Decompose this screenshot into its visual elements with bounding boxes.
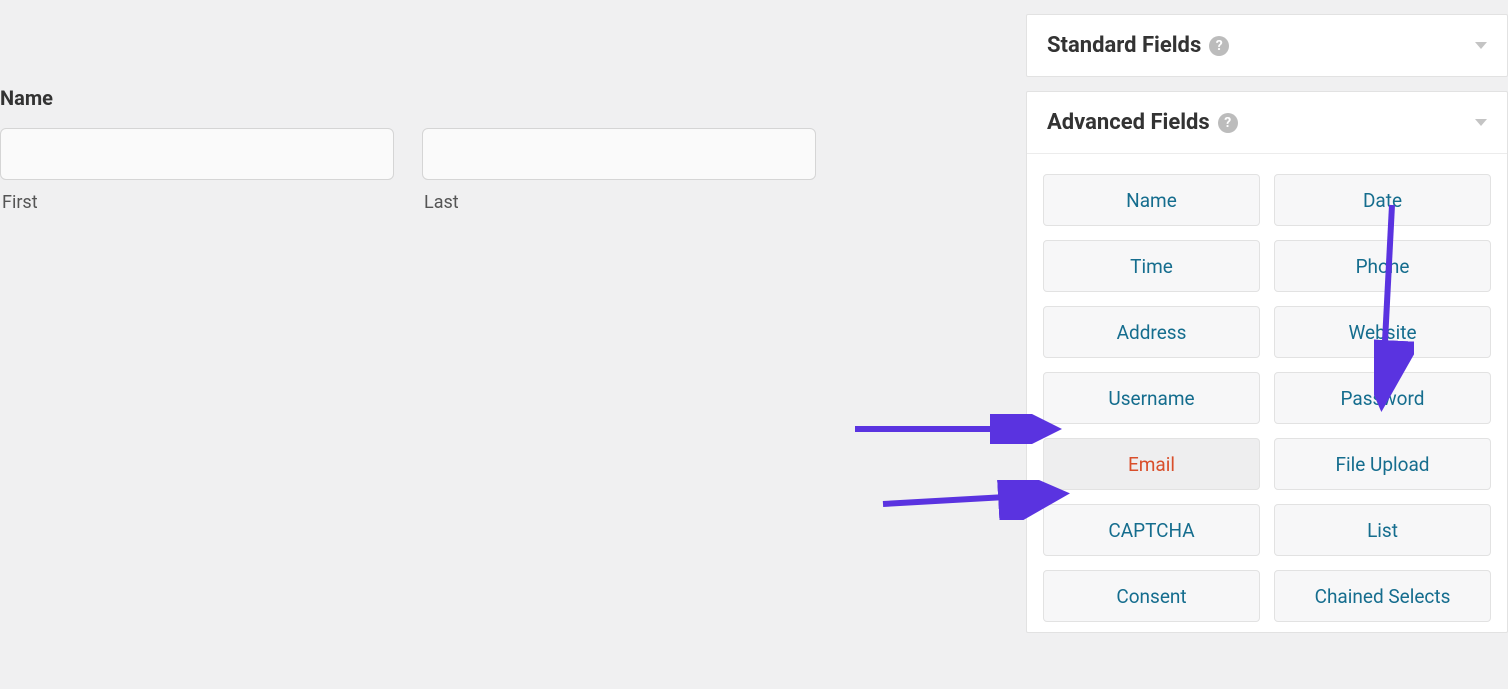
field-btn-email[interactable]: Email (1043, 438, 1260, 490)
field-btn-website[interactable]: Website (1274, 306, 1491, 358)
name-field-label: Name (0, 86, 1026, 128)
advanced-fields-title: Advanced Fields (1047, 110, 1210, 135)
field-btn-captcha[interactable]: CAPTCHA (1043, 504, 1260, 556)
field-btn-consent[interactable]: Consent (1043, 570, 1260, 622)
chevron-down-icon (1475, 42, 1487, 49)
field-btn-list[interactable]: List (1274, 504, 1491, 556)
help-icon[interactable]: ? (1218, 113, 1238, 133)
field-btn-time[interactable]: Time (1043, 240, 1260, 292)
help-icon[interactable]: ? (1209, 36, 1229, 56)
fields-sidebar: Standard Fields ? Advanced Fields ? Name… (1026, 14, 1508, 633)
last-name-col: Last (422, 128, 816, 213)
form-editor-area: Name First Last (0, 0, 1026, 689)
field-btn-chained-selects[interactable]: Chained Selects (1274, 570, 1491, 622)
name-field-row: First Last (0, 128, 1026, 213)
advanced-fields-panel: Advanced Fields ? Name Date Time Phone A… (1026, 91, 1508, 633)
standard-fields-panel: Standard Fields ? (1026, 14, 1508, 77)
field-btn-file-upload[interactable]: File Upload (1274, 438, 1491, 490)
chevron-down-icon (1475, 119, 1487, 126)
first-name-sublabel: First (0, 192, 394, 213)
first-name-col: First (0, 128, 394, 213)
standard-fields-header[interactable]: Standard Fields ? (1027, 15, 1507, 76)
advanced-fields-title-wrap: Advanced Fields ? (1047, 110, 1238, 135)
first-name-input[interactable] (0, 128, 394, 180)
field-btn-phone[interactable]: Phone (1274, 240, 1491, 292)
field-btn-date[interactable]: Date (1274, 174, 1491, 226)
last-name-input[interactable] (422, 128, 816, 180)
last-name-sublabel: Last (422, 192, 816, 213)
field-btn-password[interactable]: Password (1274, 372, 1491, 424)
field-btn-username[interactable]: Username (1043, 372, 1260, 424)
advanced-fields-header[interactable]: Advanced Fields ? (1027, 92, 1507, 153)
field-btn-address[interactable]: Address (1043, 306, 1260, 358)
standard-fields-title: Standard Fields (1047, 33, 1201, 58)
field-btn-name[interactable]: Name (1043, 174, 1260, 226)
standard-fields-title-wrap: Standard Fields ? (1047, 33, 1229, 58)
advanced-fields-body: Name Date Time Phone Address Website Use… (1027, 153, 1507, 632)
